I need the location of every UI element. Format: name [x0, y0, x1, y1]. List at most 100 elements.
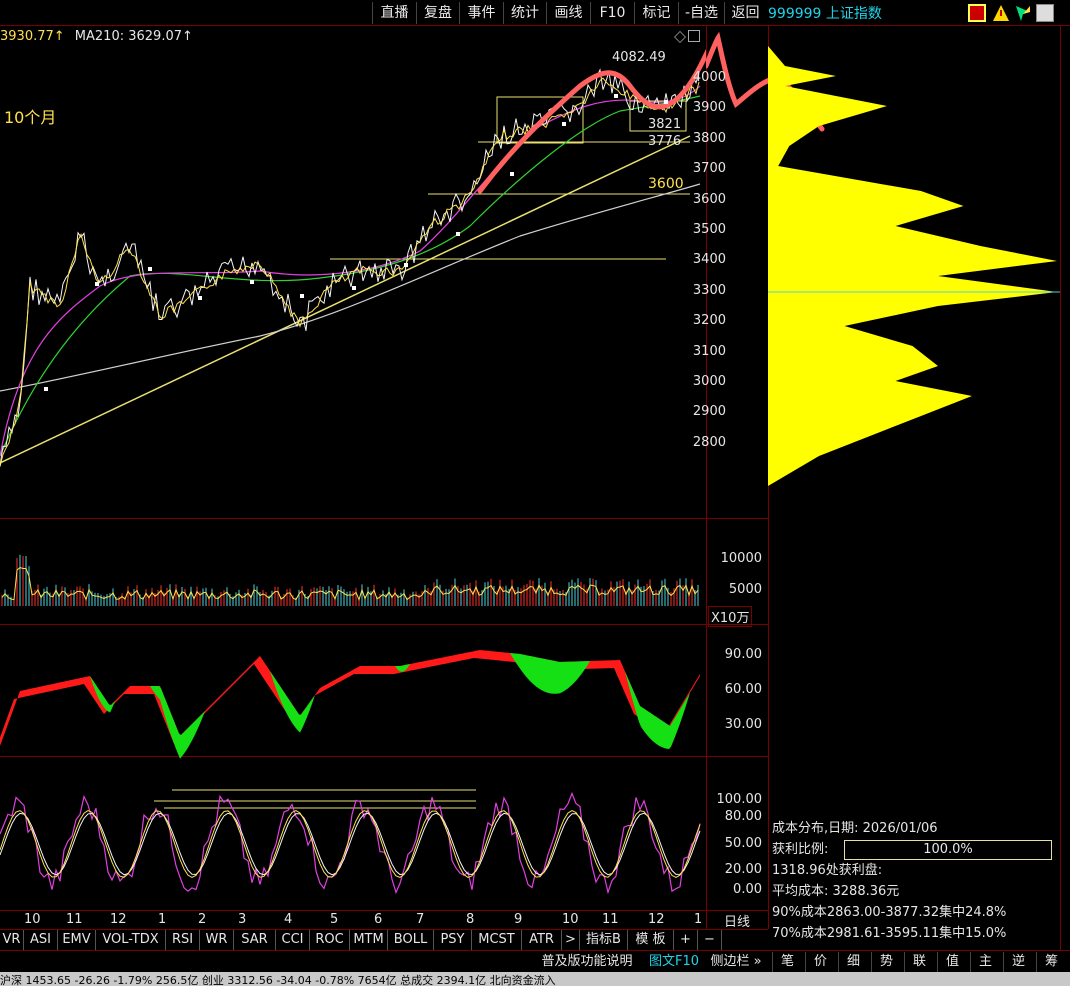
month-label: 12: [648, 912, 665, 927]
price-tick: 3800: [692, 130, 726, 146]
tab-asi[interactable]: ASI: [24, 930, 58, 951]
live-button[interactable]: 直播: [372, 2, 416, 24]
tab-atr[interactable]: ATR: [522, 930, 562, 951]
tab-wr[interactable]: WR: [200, 930, 234, 951]
month-label: 11: [66, 912, 83, 927]
tab-item[interactable]: 模 板: [628, 930, 674, 951]
price-tick: 3900: [692, 100, 726, 116]
osc1-red-area: [0, 650, 700, 746]
chip-distribution: [706, 31, 1060, 486]
help-link[interactable]: 普及版功能说明: [532, 952, 642, 972]
price-tick: 3700: [692, 161, 726, 177]
tab-sar[interactable]: SAR: [234, 930, 276, 951]
tool-button-2[interactable]: 细: [838, 952, 868, 972]
tool-button-7[interactable]: 逆: [1003, 952, 1033, 972]
month-label: 1: [158, 912, 167, 927]
volume-unit: X10万: [708, 606, 753, 627]
tab-b[interactable]: 指标B: [580, 930, 628, 951]
month-label: 6: [374, 912, 383, 927]
window-icon[interactable]: [1036, 4, 1054, 22]
volume-tick: 10000: [720, 551, 762, 566]
tab-emv[interactable]: EMV: [58, 930, 96, 951]
cost-70: 70%成本2981.61-3595.11集中15.0%: [772, 926, 1007, 941]
review-button[interactable]: 复盘: [416, 2, 459, 24]
sidebar-toggle[interactable]: 侧边栏 »: [704, 952, 768, 972]
indicator-tabs: VR ASI EMV VOL-TDX RSI WR SAR CCI ROC MTM BOLL PSY M…: [0, 929, 768, 951]
stats-button[interactable]: 统计: [503, 2, 546, 24]
month-label: 10: [24, 912, 41, 927]
tab-item[interactable]: +: [674, 930, 698, 951]
tab-vol-tdx[interactable]: VOL-TDX: [96, 930, 166, 951]
price-tick: 3600: [692, 191, 726, 207]
bottom-bar: 普及版功能说明 图文F10 侧边栏 » 笔价细势联值主逆筹: [0, 950, 1070, 972]
ma210-line: [0, 183, 701, 392]
events-button[interactable]: 事件: [459, 2, 503, 24]
f10-doc-icon[interactable]: [968, 4, 986, 22]
tab-item[interactable]: >: [562, 930, 580, 951]
tab-rsi[interactable]: RSI: [166, 930, 200, 951]
month-label: 1: [694, 912, 703, 927]
cost-90: 90%成本2863.00-3877.32集中24.8%: [772, 905, 1007, 920]
osc2-d-line: [0, 812, 701, 876]
warning-icon[interactable]: [992, 4, 1010, 22]
tool-button-1[interactable]: 价: [805, 952, 835, 972]
month-label: 9: [514, 912, 523, 927]
price-tick: 3400: [692, 252, 726, 268]
tab-roc[interactable]: ROC: [310, 930, 350, 951]
tool-button-5[interactable]: 值: [937, 952, 967, 972]
period-selector[interactable]: 日线: [708, 911, 766, 930]
osc1-tick: 90.00: [724, 647, 762, 662]
profit-ratio-value: 100.0%: [844, 840, 1052, 860]
month-axis: 10 11 12 1 2 3 4 5 6 7 8 9 10 11 12 1: [0, 911, 706, 929]
index-title: 999999 上证指数: [768, 6, 882, 22]
volume-ma-line: [1, 566, 699, 602]
month-label: 3: [238, 912, 247, 927]
price-tick: 3000: [692, 374, 726, 389]
stock-chart-window: 直播 复盘 事件 统计 画线 F10 标记 -自选 返回 999999 上证指数…: [0, 0, 1070, 986]
month-label: 5: [330, 912, 339, 927]
tool-button-0[interactable]: 笔: [772, 952, 802, 972]
month-label: 2: [198, 912, 207, 927]
month-label: 4: [284, 912, 293, 927]
tool-button-6[interactable]: 主: [970, 952, 1000, 972]
osc2-tick: 80.00: [724, 809, 762, 824]
osc2-tick: 100.00: [716, 792, 763, 807]
mark-button[interactable]: 标记: [634, 2, 678, 24]
signal-markers: [44, 94, 668, 391]
tab-psy[interactable]: PSY: [434, 930, 472, 951]
high-price-label: 4082.49: [612, 50, 666, 65]
draw-button[interactable]: 画线: [546, 2, 590, 24]
f10-graphic-link[interactable]: 图文F10: [644, 952, 704, 972]
tab-boll[interactable]: BOLL: [388, 930, 434, 951]
price-panel: [0, 48, 706, 467]
tool-button-3[interactable]: 势: [871, 952, 901, 972]
price-tick: 3100: [692, 343, 726, 359]
tab-vr[interactable]: VR: [0, 930, 24, 951]
price-tick: 2900: [692, 404, 726, 420]
right-edge-panel: [1060, 26, 1070, 950]
back-button[interactable]: 返回: [724, 2, 766, 24]
volume-bars: [1, 554, 699, 606]
tool-button-8[interactable]: 筹: [1036, 952, 1066, 972]
top-toolbar: 直播 复盘 事件 统计 画线 F10 标记 -自选 返回 999999 上证指数: [0, 0, 1070, 26]
watchlist-button[interactable]: -自选: [678, 2, 724, 24]
price-kline: [0, 68, 700, 466]
month-label: 8: [466, 912, 475, 927]
tab-item[interactable]: −: [698, 930, 722, 951]
osc2-tick: 20.00: [724, 862, 762, 877]
osc2-tick: 0.00: [733, 882, 762, 897]
month-label: 11: [602, 912, 619, 927]
pointer-icon[interactable]: [1014, 4, 1032, 22]
osc1-tick: 30.00: [724, 717, 762, 732]
tool-button-4[interactable]: 联: [904, 952, 934, 972]
chip-profile: [768, 46, 1057, 486]
tab-cci[interactable]: CCI: [276, 930, 310, 951]
tab-mcst[interactable]: MCST: [472, 930, 522, 951]
profit-line: 1318.96处获利盘:: [772, 863, 883, 878]
month-label: 10: [562, 912, 579, 927]
tab-mtm[interactable]: MTM: [350, 930, 388, 951]
f10-button[interactable]: F10: [590, 2, 634, 24]
cost-title: 成本分布,日期: 2026/01/06: [772, 821, 938, 836]
chart-canvas: [0, 48, 706, 895]
month-label: 12: [110, 912, 127, 927]
